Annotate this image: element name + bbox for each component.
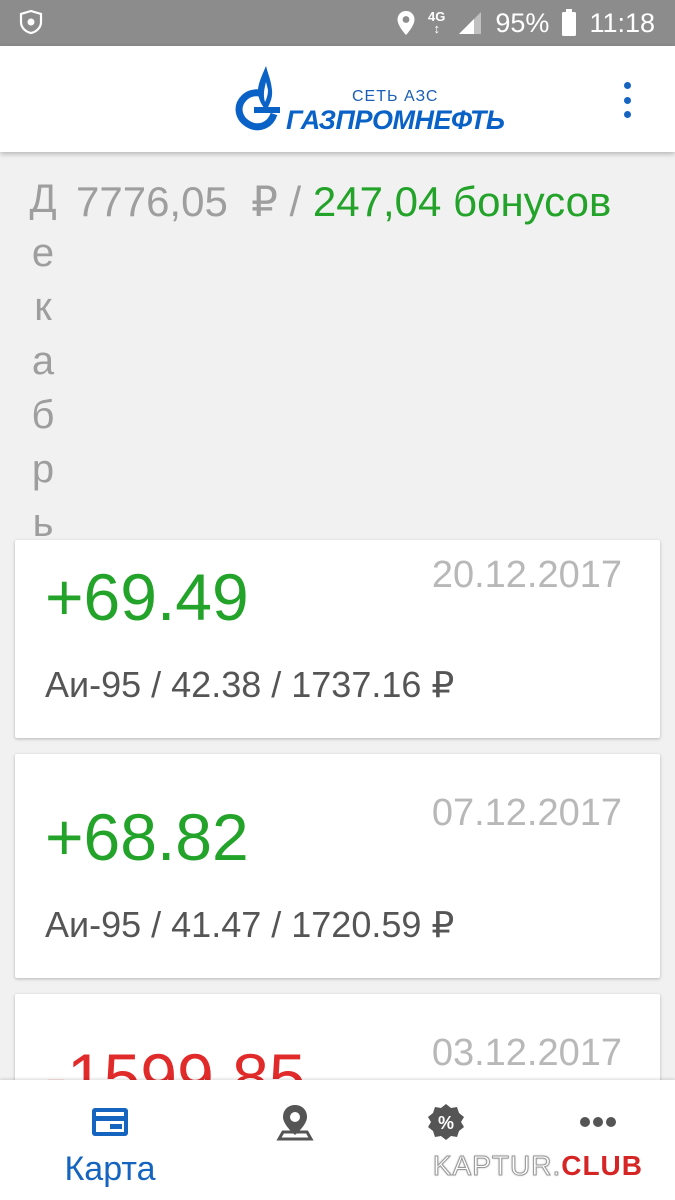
transaction-amount: +69.49 [45,560,249,634]
gazpromneft-logo: СЕТЬ АЗС ГАЗПРОМНЕФТЬ [232,64,505,135]
month-label: Д е к а б р ь [28,172,58,550]
signal-icon [459,12,482,34]
transaction-date: 03.12.2017 [431,1032,622,1074]
more-dots-icon [580,1117,616,1127]
menu-dot-icon [623,96,631,104]
notification-shield-icon [19,9,43,35]
nav-tab-map[interactable] [211,1080,379,1200]
clock: 11:18 [589,7,655,38]
bottom-navigation: Карта % KAPTUR.CLUB [0,1080,675,1200]
location-icon [397,11,415,35]
watermark-part2: CLUB [561,1150,643,1181]
transaction-detail: Аи-95 / 41.47 / 1720.59 ₽ [45,904,455,945]
network-type-indicator: 4G ↕ [428,9,446,36]
status-bar: 4G ↕ 95% 11:18 [0,0,675,46]
balance-line: 7776,05 ₽ / 247,04 бонусов [76,176,611,228]
overflow-menu-button[interactable] [619,82,635,118]
balance-separator: / [277,178,313,225]
nav-tab-card[interactable]: Карта [26,1080,194,1200]
month-letter: б [31,393,55,437]
discount-badge-icon: % [428,1104,464,1140]
transaction-card[interactable]: +69.49 20.12.2017 Аи-95 / 42.38 / 1737.1… [15,540,660,738]
month-letter: Д [29,177,57,221]
credit-card-icon [92,1108,128,1136]
month-letter: а [31,339,55,383]
battery-icon [562,9,577,36]
nav-tab-promotions[interactable]: % [362,1080,530,1200]
map-pin-icon [276,1105,314,1141]
transaction-amount: +68.82 [45,800,249,874]
battery-percent: 95% [495,7,550,38]
bonus-amount: 247,04 бонусов [312,178,612,225]
balance-summary: Д е к а б р ь 7776,05 ₽ / 247,04 бонусов [0,152,675,552]
transaction-card[interactable]: +68.82 07.12.2017 Аи-95 / 41.47 / 1720.5… [15,754,660,978]
watermark-part1: KAPTUR. [432,1150,562,1182]
menu-dot-icon [623,82,631,89]
menu-dot-icon [623,111,631,118]
logo-subtitle: СЕТЬ АЗС [352,88,439,105]
balance-amount: 7776,05 ₽ [76,178,278,225]
transaction-date: 07.12.2017 [431,792,622,834]
gas-flame-icon [235,66,280,131]
logo-brand: ГАЗПРОМНЕФТЬ [286,105,505,135]
transaction-date: 20.12.2017 [431,554,622,596]
watermark: KAPTUR.CLUB [432,1150,643,1182]
month-letter: к [34,285,52,329]
nav-tab-more[interactable] [514,1080,675,1200]
month-letter: р [31,447,55,491]
nav-tab-card-label: Карта [64,1150,156,1188]
month-letter: е [31,231,55,275]
transaction-detail: Аи-95 / 42.38 / 1737.16 ₽ [45,664,455,705]
app-bar: СЕТЬ АЗС ГАЗПРОМНЕФТЬ [0,46,675,152]
discount-symbol: % [438,1113,454,1133]
